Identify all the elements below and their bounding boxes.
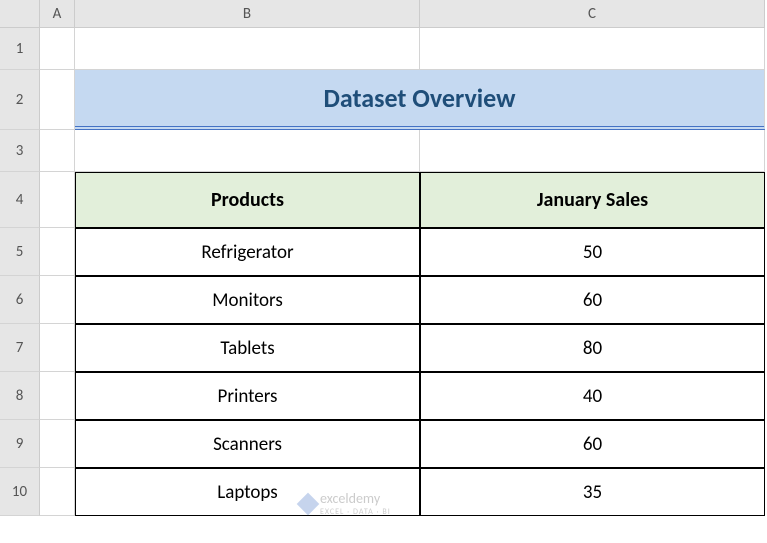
table-row[interactable]: Refrigerator bbox=[75, 228, 420, 276]
row-header-7[interactable]: 7 bbox=[0, 324, 40, 372]
table-row[interactable]: 40 bbox=[420, 372, 765, 420]
cell-a3[interactable] bbox=[40, 130, 75, 172]
table-row[interactable]: 50 bbox=[420, 228, 765, 276]
cell-a1[interactable] bbox=[40, 28, 75, 70]
row-header-6[interactable]: 6 bbox=[0, 276, 40, 324]
select-all-corner[interactable] bbox=[0, 0, 40, 28]
dataset-title[interactable]: Dataset Overview bbox=[75, 70, 765, 130]
row-header-8[interactable]: 8 bbox=[0, 372, 40, 420]
table-header-sales[interactable]: January Sales bbox=[420, 172, 765, 228]
column-header-b[interactable]: B bbox=[75, 0, 420, 28]
row-header-2[interactable]: 2 bbox=[0, 70, 40, 130]
cell-b1[interactable] bbox=[75, 28, 420, 70]
cell-a5[interactable] bbox=[40, 228, 75, 276]
watermark-tagline: EXCEL · DATA · BI bbox=[320, 507, 391, 517]
table-row[interactable]: Scanners bbox=[75, 420, 420, 468]
cell-a2[interactable] bbox=[40, 70, 75, 130]
cell-b3[interactable] bbox=[75, 130, 420, 172]
row-header-3[interactable]: 3 bbox=[0, 130, 40, 172]
column-header-a[interactable]: A bbox=[40, 0, 75, 28]
watermark-name: exceldemy bbox=[320, 490, 391, 507]
row-header-1[interactable]: 1 bbox=[0, 28, 40, 70]
row-header-9[interactable]: 9 bbox=[0, 420, 40, 468]
watermark: exceldemy EXCEL · DATA · BI bbox=[300, 490, 391, 517]
row-header-10[interactable]: 10 bbox=[0, 468, 40, 516]
table-row[interactable]: 80 bbox=[420, 324, 765, 372]
cell-a4[interactable] bbox=[40, 172, 75, 228]
table-row[interactable]: Tablets bbox=[75, 324, 420, 372]
table-row[interactable]: 60 bbox=[420, 276, 765, 324]
cell-a9[interactable] bbox=[40, 420, 75, 468]
table-row[interactable]: 35 bbox=[420, 468, 765, 516]
row-header-4[interactable]: 4 bbox=[0, 172, 40, 228]
cell-c1[interactable] bbox=[420, 28, 765, 70]
spreadsheet-grid: A B C 1 2 Dataset Overview 3 4 Products … bbox=[0, 0, 767, 516]
cell-a8[interactable] bbox=[40, 372, 75, 420]
cell-a10[interactable] bbox=[40, 468, 75, 516]
watermark-logo-icon bbox=[297, 492, 320, 515]
cell-a7[interactable] bbox=[40, 324, 75, 372]
cell-a6[interactable] bbox=[40, 276, 75, 324]
column-header-c[interactable]: C bbox=[420, 0, 765, 28]
table-row[interactable]: Monitors bbox=[75, 276, 420, 324]
table-row[interactable]: 60 bbox=[420, 420, 765, 468]
row-header-5[interactable]: 5 bbox=[0, 228, 40, 276]
cell-c3[interactable] bbox=[420, 130, 765, 172]
table-row[interactable]: Printers bbox=[75, 372, 420, 420]
table-header-products[interactable]: Products bbox=[75, 172, 420, 228]
